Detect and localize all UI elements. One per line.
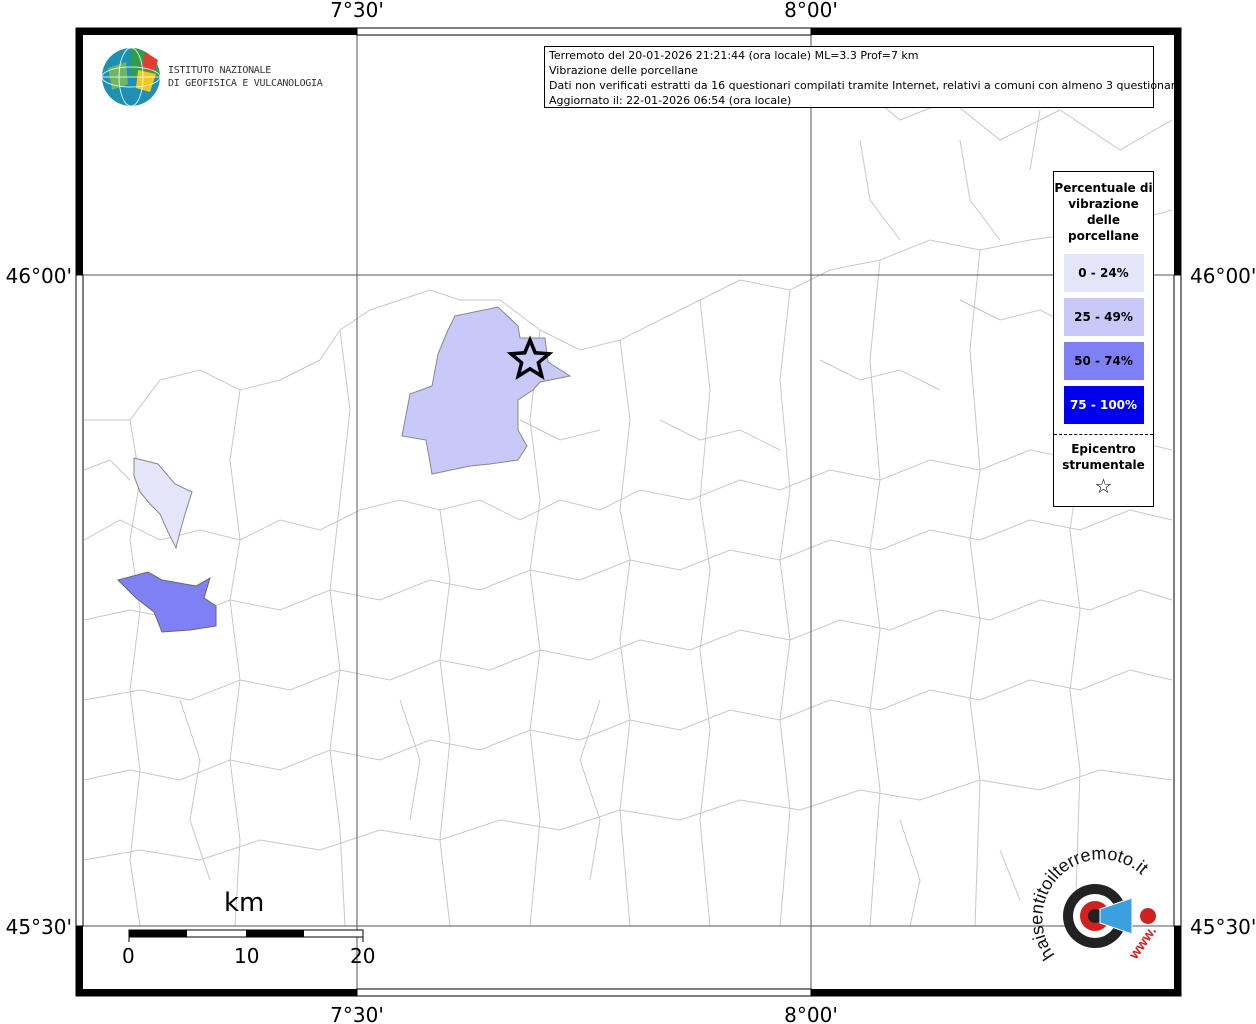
legend-divider <box>1054 434 1153 435</box>
event-updated: Aggiornato il: 22-01-2026 06:54 (ora loc… <box>549 94 792 107</box>
legend-item-75-100: 75 - 100% <box>1063 386 1144 424</box>
legend-item-50-74: 50 - 74% <box>1063 342 1144 380</box>
event-data-note: Dati non verificati estratti da 16 quest… <box>549 79 1182 92</box>
legend: Percentuale di vibrazione delle porcella… <box>1053 171 1154 507</box>
legend-item-0-24: 0 - 24% <box>1063 254 1144 292</box>
star-outline-icon: ☆ <box>1094 474 1113 498</box>
lon-label-bottom-left: 7°30' <box>330 1003 384 1024</box>
lon-label-top-left: 7°30' <box>330 0 384 22</box>
municipality-50-74 <box>117 571 217 633</box>
scale-label-20: 20 <box>350 944 376 968</box>
event-info-box: Terremoto del 20-01-2026 21:21:44 (ora l… <box>544 46 1182 108</box>
map-canvas: 7°30' 8°00' 7°30' 8°00' 46°00' 45°30' 46… <box>6 0 1256 1024</box>
lat-label-right-top: 46°00' <box>1190 264 1256 288</box>
frame-bars <box>76 28 1181 996</box>
lon-label-bottom-right: 8°00' <box>784 1003 838 1024</box>
logo-line-1: ISTITUTO NAZIONALE <box>168 65 271 76</box>
logo-line-2: DI GEOFISICA E VULCANOLOGIA <box>168 78 323 89</box>
legend-item-25-49: 25 - 49% <box>1063 298 1144 336</box>
event-parameter: Vibrazione delle porcellane <box>549 64 698 77</box>
scale-bar <box>128 929 364 942</box>
graticule <box>80 32 1177 993</box>
scale-label-0: 0 <box>122 944 135 968</box>
lon-label-top-right: 8°00' <box>784 0 838 22</box>
ingv-logo-text: ISTITUTO NAZIONALE DI GEOFISICA E VULCAN… <box>168 64 323 90</box>
legend-epicenter-label: Epicentro strumentale <box>1062 442 1145 472</box>
map-frame <box>75 27 1182 997</box>
scale-title: km <box>224 888 265 918</box>
event-title: Terremoto del 20-01-2026 21:21:44 (ora l… <box>549 49 919 62</box>
lat-label-left-bottom: 45°30' <box>6 915 72 939</box>
lat-label-left-top: 46°00' <box>6 264 72 288</box>
ingv-globe-icon <box>101 47 161 107</box>
lat-label-right-bottom: 45°30' <box>1190 915 1256 939</box>
legend-title: Percentuale di vibrazione delle porcella… <box>1054 181 1153 243</box>
scale-label-10: 10 <box>234 944 260 968</box>
municipal-boundaries <box>83 69 1173 927</box>
